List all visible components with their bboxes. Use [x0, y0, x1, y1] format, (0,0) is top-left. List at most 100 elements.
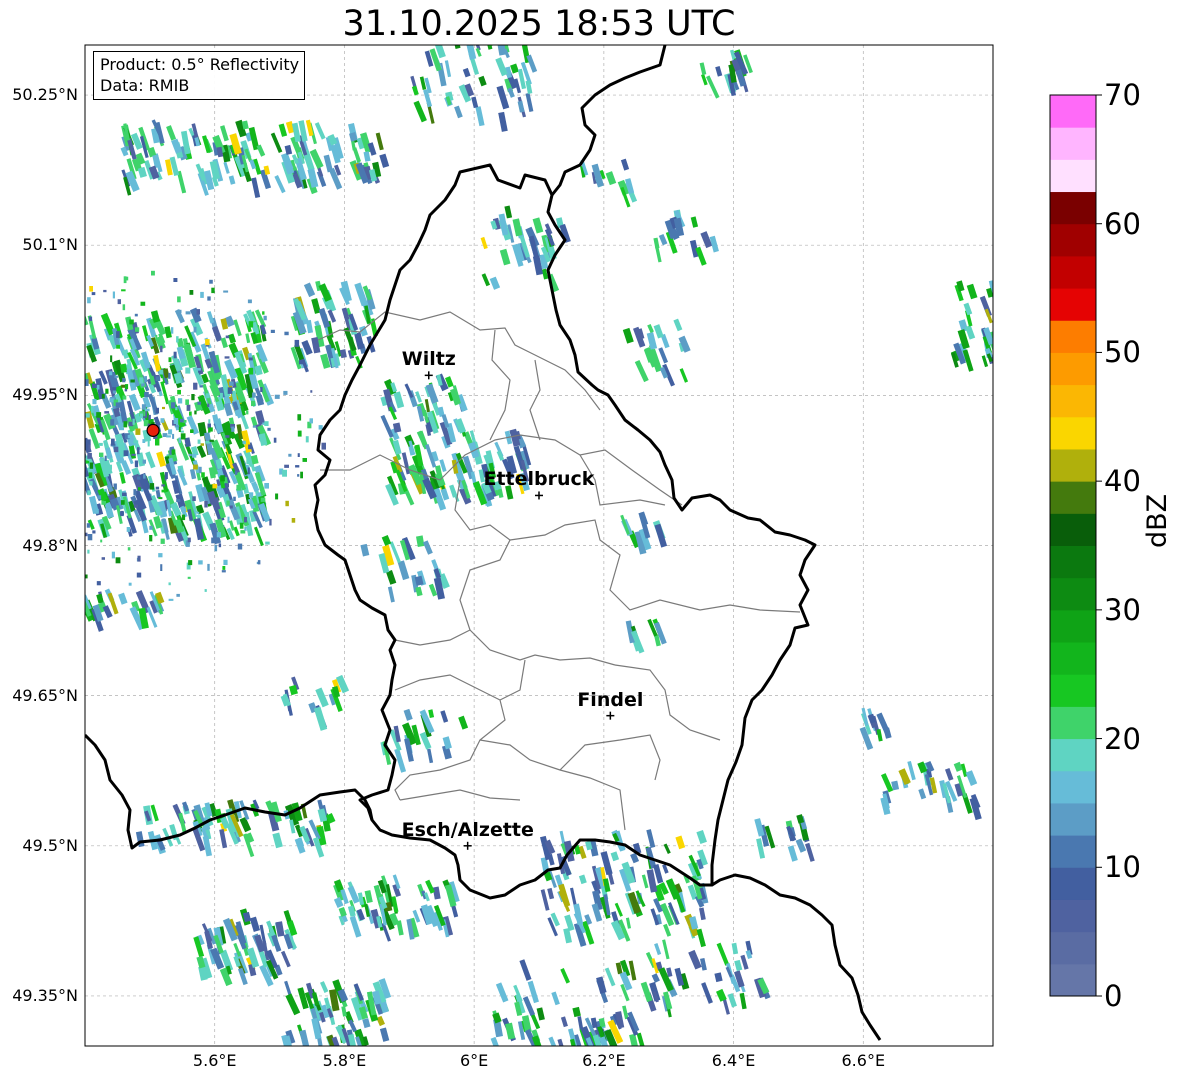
clutter-cell [225, 435, 230, 438]
clutter-cell [229, 381, 234, 386]
clutter-cell [193, 326, 197, 333]
clutter-cell [205, 339, 210, 346]
clutter-cell [260, 387, 263, 392]
product-label: Product: 0.5° Reflectivity [100, 55, 300, 74]
colorbar-segment [1050, 95, 1096, 128]
clutter-cell [234, 471, 238, 475]
clutter-cell [50, 327, 54, 330]
clutter-cell [260, 497, 266, 502]
clutter-cell [36, 414, 40, 419]
clutter-cell [121, 500, 125, 505]
clutter-cell [246, 458, 249, 464]
clutter-cell [159, 369, 164, 375]
clutter-cell [122, 377, 126, 383]
clutter-cell [35, 437, 39, 439]
clutter-cell [204, 589, 207, 592]
clutter-cell [98, 442, 103, 446]
clutter-cell [113, 483, 117, 490]
clutter-cell [100, 539, 103, 543]
clutter-cell [172, 433, 175, 439]
lon-tick-label: 6.2°E [582, 1051, 626, 1070]
clutter-cell [171, 327, 174, 334]
clutter-cell [99, 452, 104, 457]
colorbar-segment [1050, 255, 1096, 289]
clutter-cell [186, 404, 191, 411]
colorbar-tick-label: 10 [1104, 850, 1141, 885]
clutter-cell [161, 484, 165, 487]
clutter-cell [91, 292, 96, 296]
radar-site-marker [146, 423, 160, 437]
clutter-cell [116, 344, 120, 349]
colorbar-segment [1050, 384, 1096, 418]
colorbar-segment [1050, 609, 1096, 643]
clutter-cell [109, 371, 113, 376]
colorbar-tick-label: 30 [1104, 592, 1141, 627]
clutter-cell [212, 483, 218, 489]
clutter-cell [24, 466, 26, 473]
lon-tick-label: 6.6°E [841, 1051, 886, 1070]
clutter-cell [166, 435, 171, 438]
clutter-cell [218, 543, 222, 548]
clutter-cell [136, 572, 142, 578]
clutter-cell [43, 455, 48, 462]
clutter-cell [168, 357, 172, 363]
clutter-cell [173, 351, 177, 359]
clutter-cell [188, 453, 192, 457]
clutter-cell [103, 289, 107, 293]
clutter-cell [87, 534, 93, 541]
clutter-cell [189, 290, 194, 295]
clutter-cell [187, 576, 191, 579]
clutter-cell [257, 560, 261, 565]
clutter-cell [209, 279, 213, 284]
clutter-cell [123, 450, 129, 456]
clutter-cell [178, 398, 183, 404]
clutter-cell [86, 523, 90, 528]
clutter-cell [139, 377, 144, 384]
clutter-cell [87, 452, 92, 459]
clutter-cell [59, 507, 62, 511]
clutter-cell [248, 357, 253, 361]
clutter-cell [244, 517, 247, 523]
clutter-cell [211, 287, 215, 294]
clutter-cell [227, 516, 230, 523]
lat-tick-label: 49.8°N [22, 535, 78, 555]
clutter-cell [242, 440, 245, 444]
clutter-cell [134, 504, 138, 508]
clutter-cell [264, 421, 269, 426]
clutter-cell [89, 462, 94, 469]
clutter-cell [283, 390, 288, 395]
clutter-cell [208, 419, 211, 424]
clutter-cell [87, 439, 91, 445]
colorbar-segment [1050, 706, 1096, 740]
clutter-cell [144, 376, 147, 383]
clutter-cell [89, 481, 93, 486]
colorbar-segment [1050, 127, 1096, 160]
clutter-cell [15, 378, 18, 385]
clutter-cell [41, 466, 44, 472]
clutter-cell [201, 472, 205, 478]
clutter-cell [297, 414, 302, 421]
colorbar-tick-label: 20 [1104, 721, 1141, 756]
clutter-cell [207, 403, 210, 407]
clutter-cell [270, 329, 275, 333]
clutter-cell [72, 432, 75, 434]
clutter-cell [221, 570, 226, 573]
clutter-cell [207, 563, 210, 571]
clutter-cell [244, 526, 247, 531]
city-label: Esch/Alzette [401, 818, 534, 841]
clutter-cell [168, 582, 171, 586]
colorbar-segment [1050, 513, 1096, 546]
clutter-cell [196, 309, 200, 315]
clutter-cell [275, 493, 279, 500]
colorbar-segment [1050, 738, 1096, 772]
colorbar-tick-label: 0 [1104, 979, 1123, 1013]
clutter-cell [127, 547, 131, 551]
clutter-cell [161, 489, 167, 493]
clutter-cell [86, 460, 90, 464]
radar-map [15, 44, 1102, 1047]
colorbar-segment [1050, 223, 1096, 257]
clutter-cell [171, 450, 175, 455]
clutter-cell [204, 501, 208, 508]
clutter-cell [60, 412, 63, 417]
clutter-cell [291, 518, 296, 523]
